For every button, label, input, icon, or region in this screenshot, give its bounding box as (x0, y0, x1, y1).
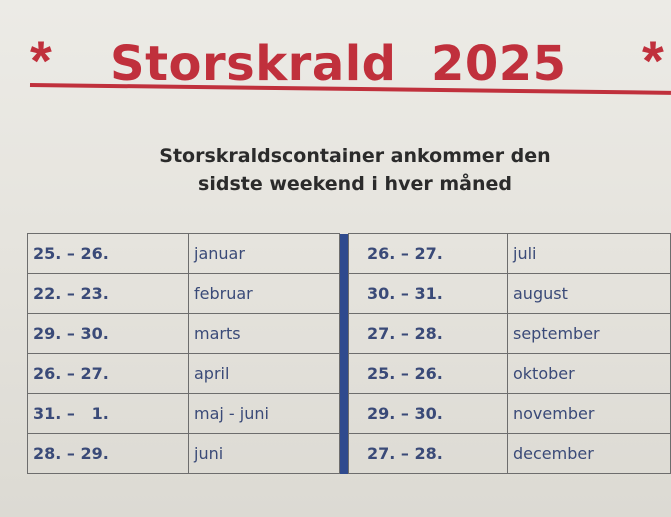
month-cell: december (507, 433, 671, 474)
date-cell: 31. – 1. (27, 393, 189, 434)
poster-title: Storskrald 2025 (110, 36, 567, 92)
date-cell: 29. – 30. (348, 393, 508, 434)
date-cell: 26. – 27. (27, 353, 189, 394)
month-cell: januar (188, 233, 340, 274)
month-cell: august (507, 273, 671, 314)
date-cell: 28. – 29. (27, 433, 189, 474)
column-separator (339, 233, 349, 474)
month-cell: oktober (507, 353, 671, 394)
schedule-table-wrap: 25. – 26. januar 26. – 27. juli 22. – 23… (27, 233, 671, 474)
subtitle: Storskraldscontainer ankommer den sidste… (0, 142, 671, 198)
table-row: 28. – 29. juni 27. – 28. december (27, 433, 671, 474)
month-cell: september (507, 313, 671, 354)
table-row: 25. – 26. januar 26. – 27. juli (27, 233, 671, 474)
month-cell: marts (188, 313, 340, 354)
month-cell: april (188, 353, 340, 394)
date-cell: 22. – 23. (27, 273, 189, 314)
date-cell: 27. – 28. (348, 313, 508, 354)
subtitle-line-1: Storskraldscontainer ankommer den (159, 145, 551, 167)
table-row: 29. – 30. marts 27. – 28. september (27, 313, 671, 354)
table-row: 22. – 23. februar 30. – 31. august (27, 273, 671, 314)
month-cell: maj - juni (188, 393, 340, 434)
date-cell: 25. – 26. (348, 353, 508, 394)
table-row: 31. – 1. maj - juni 29. – 30. november (27, 393, 671, 434)
month-cell: november (507, 393, 671, 434)
schedule-table: 25. – 26. januar 26. – 27. juli 22. – 23… (27, 233, 671, 474)
date-cell: 30. – 31. (348, 273, 508, 314)
star-right: * (642, 29, 664, 92)
date-cell: 29. – 30. (27, 313, 189, 354)
month-cell: juni (188, 433, 340, 474)
date-cell: 27. – 28. (348, 433, 508, 474)
subtitle-line-2: sidste weekend i hver måned (198, 173, 512, 195)
date-cell: 25. – 26. (27, 233, 189, 274)
date-cell: 26. – 27. (348, 233, 508, 274)
month-cell: juli (507, 233, 671, 274)
table-row: 26. – 27. april 25. – 26. oktober (27, 353, 671, 394)
month-cell: februar (188, 273, 340, 314)
